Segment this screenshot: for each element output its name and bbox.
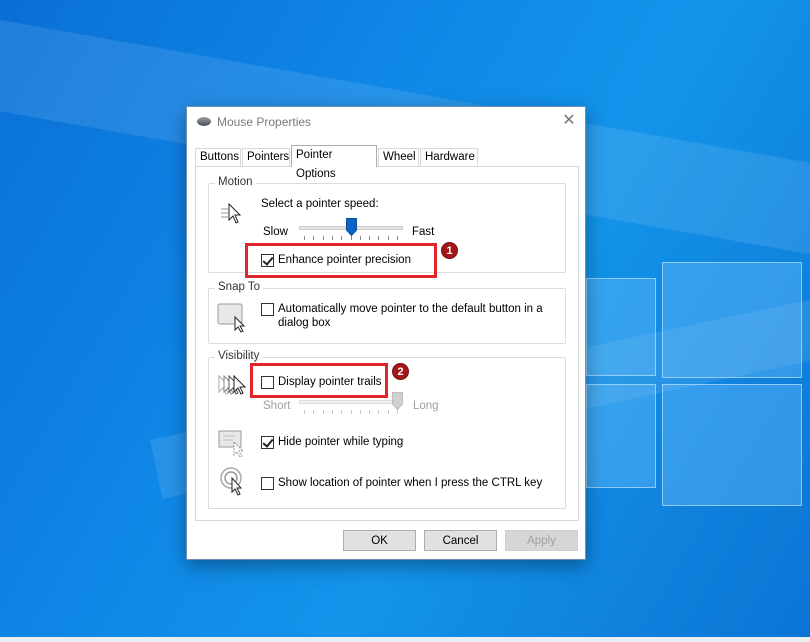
tab-pointer-options[interactable]: Pointer Options — [291, 145, 377, 180]
slider-tick — [322, 236, 324, 240]
tab-hardware[interactable]: Hardware — [420, 148, 478, 166]
slider-tick — [378, 236, 380, 240]
tab-wheel[interactable]: Wheel — [378, 148, 419, 166]
slow-label: Slow — [263, 226, 288, 238]
pointer-speed-icon — [221, 202, 242, 224]
slider-tick — [341, 410, 343, 414]
snap-button-icon — [217, 303, 246, 333]
windows-logo-pane — [662, 384, 802, 506]
slider-tick — [350, 410, 352, 414]
short-label: Short — [263, 400, 291, 412]
slider-tick — [304, 410, 305, 414]
speed-slider-thumb[interactable] — [345, 218, 357, 236]
slider-tick — [341, 236, 343, 240]
slider-tick — [313, 236, 315, 240]
hide-pointer-icon — [218, 430, 245, 458]
pointer-options-panel: Motion Select a pointer speed: Slow Fast… — [195, 166, 579, 521]
pointer-trails-icon — [218, 374, 247, 395]
pointer-location-icon — [220, 467, 243, 496]
slider-tick — [331, 236, 333, 240]
annotation-badge-1: 1 — [441, 242, 458, 259]
tab-pointers[interactable]: Pointers — [242, 148, 290, 166]
show-location-checkbox[interactable] — [261, 477, 274, 490]
window-title: Mouse Properties — [217, 115, 312, 129]
highlight-box-2 — [250, 363, 388, 398]
slider-tick — [331, 410, 333, 414]
snap-to-group-label: Snap To — [215, 281, 263, 293]
slider-tick — [369, 410, 371, 414]
speed-prompt: Select a pointer speed: — [261, 198, 379, 210]
slider-tick — [369, 236, 371, 240]
snap-to-label[interactable]: Automatically move pointer to the defaul… — [278, 302, 548, 330]
slider-tick — [313, 410, 315, 414]
trail-slider-thumb — [392, 392, 403, 410]
motion-group-label: Motion — [215, 176, 256, 188]
slider-tick — [359, 236, 361, 240]
slider-tick — [387, 410, 389, 414]
snap-to-checkbox[interactable] — [261, 303, 274, 316]
mouse-icon — [197, 117, 211, 126]
hide-pointer-typing-checkbox[interactable] — [261, 436, 274, 449]
fast-label: Fast — [412, 226, 435, 238]
windows-logo-pane — [662, 262, 802, 378]
cancel-button[interactable]: Cancel — [424, 530, 497, 551]
slider-tick — [322, 410, 324, 414]
apply-button[interactable]: Apply — [505, 530, 578, 551]
long-label: Long — [413, 400, 439, 412]
highlight-box-1 — [245, 243, 437, 278]
ok-button[interactable]: OK — [343, 530, 416, 551]
mouse-properties-dialog: Mouse Properties ✕ Buttons Pointers Poin… — [186, 106, 586, 560]
slider-tick — [304, 236, 305, 240]
hide-pointer-typing-label[interactable]: Hide pointer while typing — [278, 436, 403, 448]
slider-tick — [350, 236, 352, 240]
tab-buttons[interactable]: Buttons — [195, 148, 241, 166]
tab-strip: Buttons Pointers Pointer Options Wheel H… — [195, 145, 579, 180]
taskbar-edge — [0, 637, 810, 642]
close-icon[interactable]: ✕ — [561, 113, 577, 129]
trail-slider-track — [299, 400, 403, 404]
windows-logo-pane — [586, 278, 656, 376]
slider-tick — [397, 410, 398, 414]
snap-to-group: Snap To Automatically move pointer to th… — [208, 281, 566, 344]
visibility-group-label: Visibility — [215, 350, 263, 362]
slider-tick — [397, 236, 398, 240]
slider-tick — [359, 410, 361, 414]
windows-logo-pane — [586, 384, 656, 488]
annotation-badge-2: 2 — [392, 363, 409, 380]
slider-tick — [378, 410, 380, 414]
slider-tick — [387, 236, 389, 240]
title-bar[interactable]: Mouse Properties ✕ — [187, 107, 585, 137]
show-location-label[interactable]: Show location of pointer when I press th… — [278, 477, 542, 489]
